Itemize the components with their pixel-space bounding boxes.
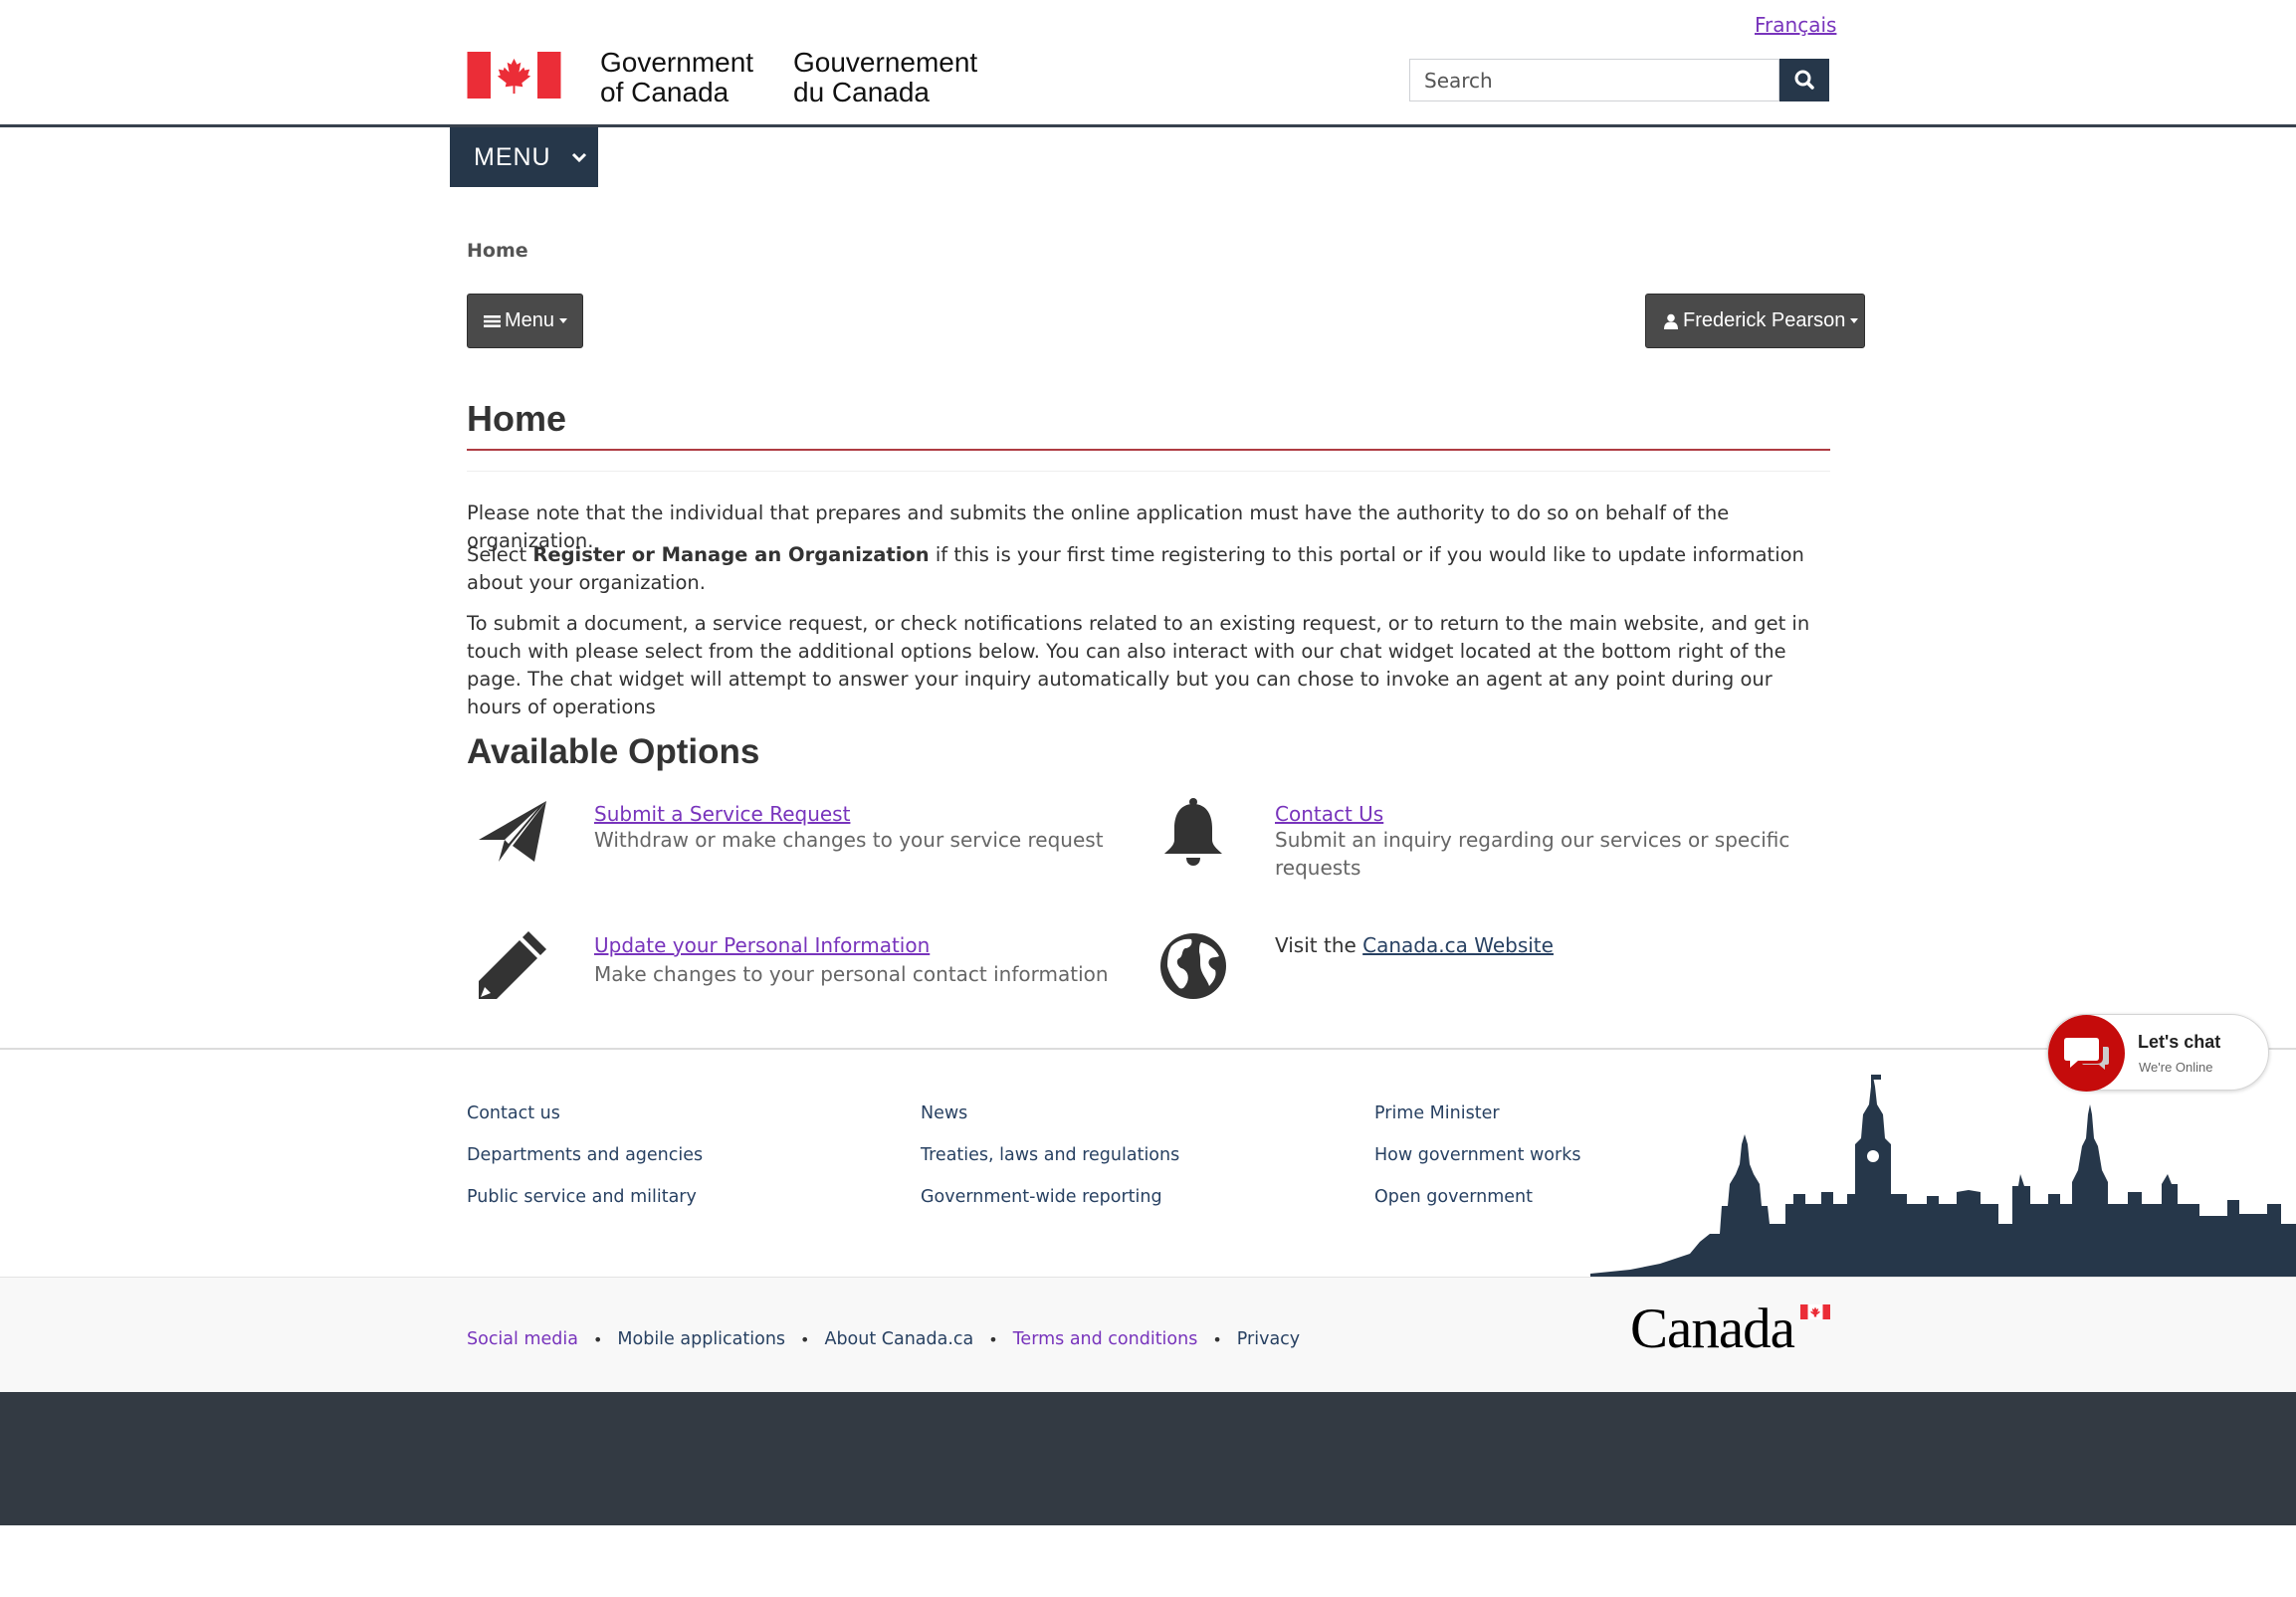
- hamburger-icon: [484, 314, 501, 327]
- user-account-button[interactable]: Frederick Pearson: [1645, 294, 1865, 348]
- pencil-icon: [479, 931, 546, 999]
- footer-link-open-government[interactable]: Open government: [1374, 1187, 1533, 1207]
- footer-divider: [0, 1048, 2296, 1050]
- footer-link-news[interactable]: News: [921, 1103, 967, 1123]
- app-menu-button[interactable]: Menu: [467, 294, 583, 348]
- breadcrumb-home[interactable]: Home: [467, 240, 528, 262]
- globe-icon: [1160, 933, 1226, 999]
- footer-link-treaties[interactable]: Treaties, laws and regulations: [921, 1145, 1179, 1165]
- paper-plane-icon: [479, 801, 546, 862]
- footer-link-terms-conditions[interactable]: Terms and conditions: [1013, 1329, 1198, 1349]
- canada-website-link[interactable]: Canada.ca Website: [1362, 933, 1554, 957]
- chevron-down-icon: [571, 151, 587, 163]
- chat-status: We're Online: [2139, 1060, 2213, 1075]
- contact-us-description: Submit an inquiry regarding our services…: [1275, 828, 1790, 880]
- caret-down-icon: [1850, 318, 1859, 323]
- update-personal-information-description: Make changes to your personal contact in…: [594, 962, 1109, 986]
- signature-english: Government of Canada: [600, 47, 754, 107]
- chat-title: Let's chat: [2138, 1032, 2221, 1052]
- bullet-separator: •: [988, 1329, 998, 1349]
- signature-french: Gouvernement du Canada: [793, 47, 978, 107]
- footer-link-how-government-works[interactable]: How government works: [1374, 1145, 1580, 1165]
- wordmark-flag-icon: [1800, 1304, 1830, 1319]
- register-paragraph: Select Register or Manage an Organizatio…: [467, 543, 1804, 594]
- contact-us-link[interactable]: Contact Us: [1275, 802, 1383, 826]
- available-options-heading: Available Options: [467, 732, 760, 771]
- user-icon: [1664, 313, 1678, 329]
- instructions-paragraph: To submit a document, a service request,…: [467, 612, 1810, 718]
- footer-link-mobile-applications[interactable]: Mobile applications: [617, 1329, 785, 1349]
- site-menu-button[interactable]: MENU: [450, 127, 598, 187]
- parliament-skyline-image: [1590, 1075, 2296, 1278]
- bullet-separator: •: [592, 1329, 603, 1349]
- footer-link-departments[interactable]: Departments and agencies: [467, 1145, 703, 1165]
- submit-service-request-link[interactable]: Submit a Service Request: [594, 802, 850, 826]
- search-input[interactable]: [1409, 59, 1779, 101]
- search-button[interactable]: [1779, 59, 1829, 101]
- title-underline: [467, 449, 1830, 451]
- language-toggle-link[interactable]: Français: [1755, 13, 1836, 37]
- canada-flag-icon: [467, 52, 561, 99]
- update-personal-information-link[interactable]: Update your Personal Information: [594, 933, 930, 957]
- canada-wordmark-logo: Canada: [1630, 1299, 1834, 1359]
- footer-link-social-media[interactable]: Social media: [467, 1329, 578, 1349]
- footer-dark-band: [0, 1392, 2296, 1525]
- register-manage-organization-text: Register or Manage an Organization: [532, 543, 930, 566]
- page-title: Home: [467, 398, 567, 439]
- footer-link-reporting[interactable]: Government-wide reporting: [921, 1187, 1162, 1207]
- search-icon: [1794, 70, 1814, 90]
- bullet-separator: •: [800, 1329, 810, 1349]
- submit-service-request-description: Withdraw or make changes to your service…: [594, 828, 1104, 852]
- footer-link-contact-us[interactable]: Contact us: [467, 1103, 560, 1123]
- header-divider: [0, 124, 2296, 127]
- visit-canada-text: Visit the Canada.ca Website: [1275, 933, 1554, 957]
- title-divider: [467, 471, 1830, 472]
- chat-bubbles-icon: [2064, 1038, 2109, 1070]
- footer-link-public-service[interactable]: Public service and military: [467, 1187, 697, 1207]
- bell-icon: [1164, 798, 1222, 866]
- footer-link-about-canada[interactable]: About Canada.ca: [824, 1329, 973, 1349]
- footer-corporate-links: Social media • Mobile applications • Abo…: [467, 1329, 1300, 1349]
- footer-link-privacy[interactable]: Privacy: [1237, 1329, 1300, 1349]
- footer-link-prime-minister[interactable]: Prime Minister: [1374, 1103, 1500, 1123]
- chat-launcher-button[interactable]: [2048, 1015, 2125, 1092]
- caret-down-icon: [559, 318, 568, 323]
- bullet-separator: •: [1212, 1329, 1222, 1349]
